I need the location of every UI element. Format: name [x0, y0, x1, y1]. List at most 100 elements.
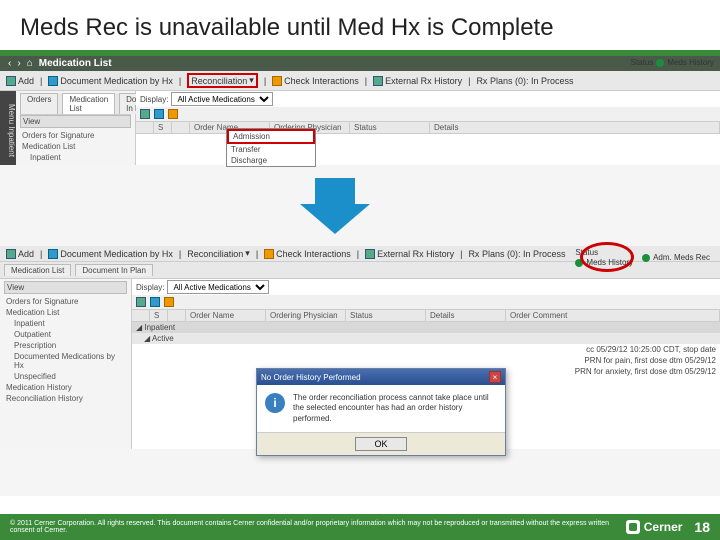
grid-toolbar-2 [132, 295, 720, 310]
home-icon[interactable]: ⌂ [27, 58, 33, 69]
ext-rx-button-2[interactable]: External Rx History [365, 249, 454, 259]
rx-plans-button[interactable]: Rx Plans (0): In Process [476, 76, 573, 86]
col-details[interactable]: Details [430, 122, 720, 133]
col-status-2[interactable]: Status [346, 310, 426, 321]
lower-toolbar: Add| Document Medication by Hx| Reconcil… [0, 246, 720, 262]
col-s: S [154, 122, 172, 133]
inpatient-row[interactable]: Inpatient [20, 152, 131, 163]
col-comment-2[interactable]: Order Comment [506, 310, 720, 321]
row-inpatient[interactable]: Inpatient [4, 318, 127, 329]
status-upper: Status Meds History [631, 58, 714, 67]
ext-rx-button[interactable]: External Rx History [373, 76, 462, 86]
group-inpatient[interactable]: ◢ Inpatient [132, 322, 720, 333]
rx-icon [365, 249, 375, 259]
tool-icon-c[interactable] [164, 297, 174, 307]
view-header-2: View [4, 281, 127, 294]
col-s-2[interactable]: S [150, 310, 168, 321]
row-unspecified[interactable]: Unspecified [4, 371, 127, 382]
brand-logo: Cerner [626, 520, 683, 534]
dialog-message: The order reconciliation process cannot … [293, 393, 497, 424]
callout-circle [580, 242, 634, 272]
rx-icon [373, 76, 383, 86]
content-area: ‹ › ⌂ Medication List Add| Document Medi… [0, 56, 720, 496]
med-list-row[interactable]: Medication List [20, 141, 131, 152]
reconcile-button[interactable]: Reconciliation ▾ [187, 73, 258, 88]
status-label: Status [631, 58, 654, 67]
page-number: 18 [694, 519, 710, 535]
col-icon [172, 122, 190, 133]
upper-screenshot: ‹ › ⌂ Medication List Add| Document Medi… [0, 56, 720, 165]
row-orders-sig[interactable]: Orders for Signature [4, 296, 127, 307]
rx-plans-button-2[interactable]: Rx Plans (0): In Process [468, 249, 565, 259]
row-med-history[interactable]: Medication History [4, 382, 127, 393]
dialog-title: No Order History Performed [261, 373, 361, 382]
tool-icon-b[interactable] [150, 297, 160, 307]
slide-footer: © 2011 Cerner Corporation. All rights re… [0, 514, 720, 540]
grid-header-upper: S Order Name Ordering Physician Status D… [136, 122, 720, 134]
col-details-2[interactable]: Details [426, 310, 506, 321]
doc-hx-button-2[interactable]: Document Medication by Hx [48, 249, 173, 259]
add-button-2[interactable]: Add [6, 249, 34, 259]
side-tab[interactable]: Menu Inpatient [0, 91, 16, 165]
doc-icon [48, 76, 58, 86]
col-status[interactable]: Status [350, 122, 430, 133]
display-select-2[interactable]: All Active Medications [167, 280, 269, 294]
doc-icon [48, 249, 58, 259]
warn-icon [272, 76, 282, 86]
slide-title: Meds Rec is unavailable until Med Hx is … [0, 0, 720, 50]
group-active[interactable]: ◢ Active [132, 333, 720, 344]
warning-dialog: No Order History Performed × i The order… [256, 368, 506, 456]
row-med-list[interactable]: Medication List [4, 307, 127, 318]
tool-icon-3[interactable] [168, 109, 178, 119]
close-icon[interactable]: × [489, 371, 501, 383]
info-icon: i [265, 393, 285, 413]
plus-icon [6, 76, 16, 86]
row-outpatient[interactable]: Outpatient [4, 329, 127, 340]
tab-doc-in-2[interactable]: Document In Plan [75, 264, 153, 276]
reconcile-button-2[interactable]: Reconciliation ▾ [187, 248, 250, 259]
left-pane-lower: View Orders for Signature Medication Lis… [0, 279, 132, 449]
col-phys-2[interactable]: Ordering Physician [266, 310, 346, 321]
tool-icon-a[interactable] [136, 297, 146, 307]
copyright-text: © 2011 Cerner Corporation. All rights re… [10, 520, 626, 534]
check-interactions-button[interactable]: Check Interactions [272, 76, 359, 86]
tab-med-list[interactable]: Medication List [62, 93, 115, 114]
view-header: View [20, 115, 131, 128]
add-button[interactable]: Add [6, 76, 34, 86]
dialog-titlebar: No Order History Performed × [257, 369, 505, 385]
col-order-name-2[interactable]: Order Name [186, 310, 266, 321]
table-row[interactable]: PRN for pain, first dose dtm 05/29/12 [132, 355, 720, 366]
window-title: Medication List [39, 58, 112, 69]
main-toolbar: Add| Document Medication by Hx| Reconcil… [0, 71, 720, 91]
reconciliation-menu: Admission Transfer Discharge [226, 128, 316, 167]
brand-name: Cerner [644, 520, 683, 534]
down-arrow-callout [300, 178, 370, 238]
menu-transfer[interactable]: Transfer [227, 144, 315, 155]
display-select[interactable]: All Active Medications [171, 92, 273, 106]
right-pane-upper: Display: All Active Medications S Order … [136, 91, 720, 165]
row-recon-history[interactable]: Reconciliation History [4, 393, 127, 404]
tab-orders[interactable]: Orders [20, 93, 58, 114]
ok-button[interactable]: OK [355, 437, 406, 451]
logo-icon [626, 520, 640, 534]
table-row[interactable]: cc 05/29/12 10:25:00 CDT, stop date [132, 344, 720, 355]
menu-admission[interactable]: Admission [227, 129, 315, 144]
grid-toolbar [136, 107, 720, 122]
plus-icon [6, 249, 16, 259]
row-doc-hx[interactable]: Documented Medications by Hx [4, 351, 127, 371]
col-check [136, 122, 154, 133]
back-icon[interactable]: ‹ [8, 58, 11, 69]
fwd-icon[interactable]: › [17, 58, 20, 69]
menu-discharge[interactable]: Discharge [227, 155, 315, 166]
check-interactions-button-2[interactable]: Check Interactions [264, 249, 351, 259]
tool-icon-2[interactable] [154, 109, 164, 119]
tab-med-list-2[interactable]: Medication List [4, 264, 71, 276]
meds-history-status: Meds History [667, 58, 714, 67]
orders-sig-row[interactable]: Orders for Signature [20, 130, 131, 141]
display-label-2: Display: [136, 283, 164, 292]
tool-icon-1[interactable] [140, 109, 150, 119]
row-prescription[interactable]: Prescription [4, 340, 127, 351]
display-label: Display: [140, 95, 168, 104]
doc-hx-button[interactable]: Document Medication by Hx [48, 76, 173, 86]
adm-dot-icon [642, 254, 650, 262]
